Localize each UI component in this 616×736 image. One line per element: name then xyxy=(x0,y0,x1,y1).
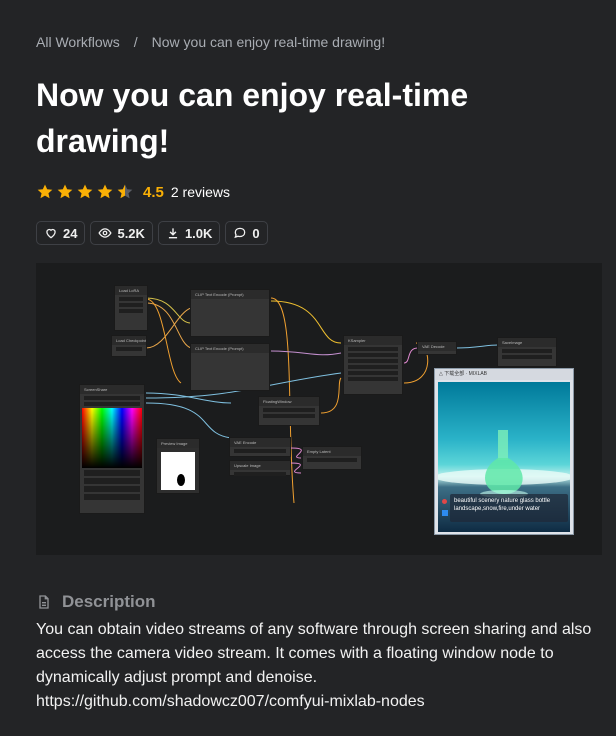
workflow-node-load-checkpoint-2: Load Checkpoint xyxy=(111,335,147,357)
star-rating[interactable] xyxy=(36,183,134,201)
rating-value: 4.5 xyxy=(143,183,164,201)
star-icon xyxy=(97,184,113,199)
workflow-node-clip-text-positive: CLIP Text Encode (Prompt) xyxy=(190,289,270,337)
downloads-count: 1.0K xyxy=(184,225,213,241)
comment-icon xyxy=(234,227,246,239)
views-stat: 5.2K xyxy=(90,221,153,245)
rating: 4.5 2 reviews xyxy=(36,183,230,201)
breadcrumb-current: Now you can enjoy real-time drawing! xyxy=(151,34,386,50)
star-icon xyxy=(77,184,93,199)
share-icon[interactable] xyxy=(442,510,448,516)
star-icon xyxy=(57,184,73,199)
workflow-preview-image[interactable]: Load LoRA Load Checkpoint CLIP Text Enco… xyxy=(36,263,602,555)
page-title: Now you can enjoy real-time drawing! xyxy=(36,77,469,159)
workflow-node-lora-loader: FloatingWindow xyxy=(258,396,320,426)
download-icon xyxy=(168,228,178,239)
floating-window-controls xyxy=(442,499,448,516)
half-star-icon xyxy=(117,184,133,199)
eye-icon xyxy=(98,228,113,238)
workflow-node-image-crop: Empty Latent xyxy=(302,446,362,470)
heart-icon[interactable] xyxy=(442,499,447,504)
workflow-node-vae-encode: VAE Encode xyxy=(229,437,291,457)
workflow-node-clip-text-negative: CLIP Text Encode (Prompt) xyxy=(190,343,270,391)
description-heading-label: Description xyxy=(62,592,156,611)
heart-icon xyxy=(46,228,56,239)
generated-image: beautiful scenery nature glass bottle la… xyxy=(438,382,570,532)
floating-window-node: △ 下载全部 · MIXLAB beautiful scenery nature… xyxy=(434,368,574,535)
breadcrumb-separator: / xyxy=(133,34,138,50)
star-icon xyxy=(37,184,53,199)
description-body: You can obtain video streams of any soft… xyxy=(36,621,592,710)
floating-window-prompt[interactable]: beautiful scenery nature glass bottle la… xyxy=(450,494,568,522)
workflow-node-screen-share: ScreenShare xyxy=(79,384,145,514)
workflow-node-save-image: SaveImage xyxy=(497,337,557,367)
workflow-node-vae-decode: VAE Decode xyxy=(417,341,457,355)
workflow-node-ksampler: KSampler xyxy=(343,335,403,395)
breadcrumb-all-workflows-link[interactable]: All Workflows xyxy=(36,34,120,50)
document-icon xyxy=(39,595,49,609)
description-heading: Description xyxy=(36,592,156,612)
stats-bar: 24 5.2K 1.0K 0 xyxy=(36,221,268,245)
likes-count: 24 xyxy=(63,225,78,241)
like-button[interactable]: 24 xyxy=(36,221,86,245)
comments-button[interactable]: 0 xyxy=(225,221,268,245)
download-button[interactable]: 1.0K xyxy=(157,221,221,245)
comments-count: 0 xyxy=(252,225,260,241)
workflow-node-load-checkpoint: Load LoRA xyxy=(114,285,148,331)
views-count: 5.2K xyxy=(117,225,145,241)
workflow-node-preview-image: Preview Image xyxy=(156,438,200,494)
reviews-count[interactable]: 2 reviews xyxy=(171,184,230,200)
workflow-node-upscale: Upscale Image xyxy=(229,460,291,476)
breadcrumb: All Workflows / Now you can enjoy real-t… xyxy=(36,34,385,50)
